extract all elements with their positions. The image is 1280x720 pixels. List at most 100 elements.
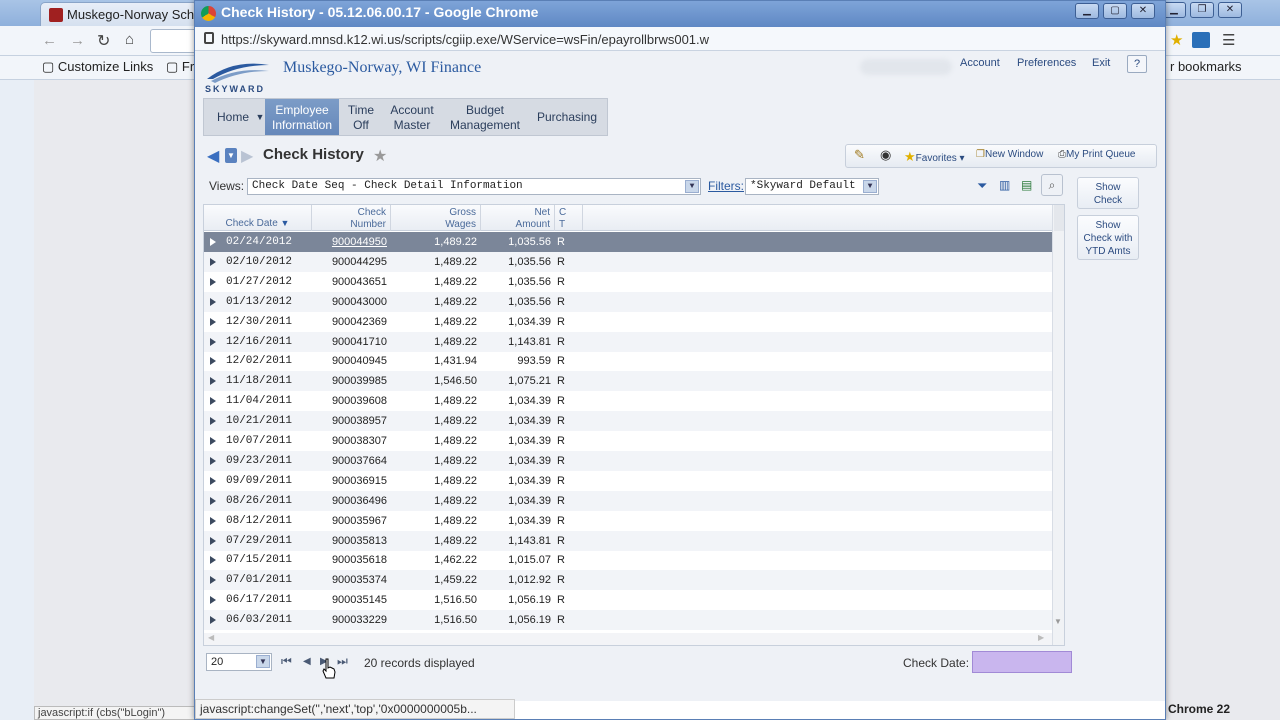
check-number-link[interactable]: 900033229 (312, 610, 387, 630)
preferences-link[interactable]: Preferences (1017, 57, 1076, 69)
close-icon[interactable]: ✕ (1218, 2, 1242, 18)
check-number-link[interactable]: 900043651 (312, 272, 387, 292)
last-page-icon[interactable]: ⏭ (337, 654, 348, 669)
previous-page-icon[interactable]: ◀ (303, 656, 311, 667)
check-number-link[interactable]: 900042369 (312, 312, 387, 332)
expand-row-icon[interactable] (210, 437, 216, 445)
table-row[interactable]: 10/07/2011 900038307 1,489.22 1,034.39 R (204, 431, 1052, 451)
table-row[interactable]: 11/04/2011 900039608 1,489.22 1,034.39 R (204, 391, 1052, 411)
expand-row-icon[interactable] (210, 596, 216, 605)
table-row[interactable]: 06/03/2011 900033229 1,516.50 1,056.19 R (204, 610, 1052, 631)
table-row[interactable]: 10/21/2011 900038957 1,489.22 1,034.39 R (204, 411, 1052, 432)
table-row[interactable]: 07/01/2011 900035374 1,459.22 1,012.92 R (204, 570, 1052, 591)
close-icon[interactable]: ✕ (1131, 3, 1155, 19)
check-number-link[interactable]: 900039985 (312, 371, 387, 391)
check-number-link[interactable]: 900041710 (312, 332, 387, 352)
column-header-ct[interactable]: CT (555, 205, 583, 231)
expand-row-icon[interactable] (210, 476, 216, 485)
maximize-icon[interactable]: ▢ (1103, 3, 1127, 19)
bookmark-fr[interactable]: ▢ Fr (166, 59, 194, 75)
expand-row-icon[interactable] (210, 536, 216, 545)
help-button[interactable]: ? (1127, 55, 1147, 73)
forward-arrow-icon[interactable]: → (70, 32, 85, 49)
new-window-button[interactable]: ❐New Window (976, 149, 1043, 160)
table-row[interactable]: 01/13/2012 900043000 1,489.22 1,035.56 R (204, 291, 1052, 312)
expand-row-icon[interactable] (210, 277, 216, 286)
expand-row-icon[interactable] (210, 377, 216, 386)
check-number-link[interactable]: 900044295 (312, 252, 387, 272)
camera-icon[interactable]: ◉ (880, 147, 891, 163)
table-row[interactable]: 12/16/2011 900041710 1,489.22 1,143.81 R (204, 331, 1052, 352)
edit-notes-icon[interactable]: ✎ (854, 147, 865, 163)
url-bar[interactable]: https://skyward.mnsd.k12.wi.us/scripts/c… (195, 27, 1165, 51)
minimize-icon[interactable]: ▁ (1075, 3, 1099, 19)
show-check-button[interactable]: Show Check (1077, 177, 1139, 209)
vertical-scrollbar[interactable]: ▼ (1052, 205, 1064, 645)
check-number-link[interactable]: 900040945 (312, 351, 387, 371)
menu-purchasing[interactable]: Purchasing (530, 99, 604, 135)
extension-icon[interactable] (1192, 32, 1210, 48)
expand-row-icon[interactable] (210, 238, 216, 246)
scroll-thumb[interactable] (1054, 205, 1064, 231)
column-header-check-date[interactable]: Check Date ▼ (204, 205, 312, 231)
expand-row-icon[interactable] (210, 257, 216, 266)
table-row[interactable]: 12/30/2011 900042369 1,489.22 1,034.39 R (204, 312, 1052, 332)
expand-row-icon[interactable] (210, 456, 216, 465)
table-row[interactable]: 09/23/2011 900037664 1,489.22 1,034.39 R (204, 450, 1052, 471)
column-header-gross-wages[interactable]: Gross Wages (391, 205, 481, 231)
expand-row-icon[interactable] (210, 337, 216, 346)
first-page-icon[interactable]: ⏮ (281, 654, 292, 669)
menu-account-master[interactable]: Account Master (384, 99, 440, 135)
horizontal-scrollbar[interactable]: ◀ ▶ (204, 633, 1052, 645)
account-link[interactable]: Account (960, 57, 1000, 69)
table-row[interactable]: 12/02/2011 900040945 1,431.94 993.59 R (204, 351, 1052, 371)
check-number-link[interactable]: 900035374 (312, 570, 387, 590)
export-icon[interactable]: ▤ (1021, 178, 1032, 192)
check-number-link[interactable]: 900035145 (312, 590, 387, 610)
filters-link[interactable]: Filters: (708, 179, 744, 193)
scroll-down-icon[interactable]: ▼ (1054, 617, 1062, 626)
menu-icon[interactable]: ☰ (1222, 31, 1235, 49)
check-number-link[interactable]: 900039608 (312, 391, 387, 411)
history-dropdown-icon[interactable]: ▼ (225, 148, 237, 163)
table-row[interactable]: 08/26/2011 900036496 1,489.22 1,034.39 R (204, 490, 1052, 511)
scroll-right-icon[interactable]: ▶ (1038, 633, 1044, 642)
expand-row-icon[interactable] (210, 496, 216, 505)
table-row[interactable]: 09/09/2011 900036915 1,489.22 1,034.39 R (204, 471, 1052, 491)
table-row[interactable]: 11/18/2011 900039985 1,546.50 1,075.21 R (204, 371, 1052, 392)
column-header-check-number[interactable]: Check Number (312, 205, 391, 231)
check-number-link[interactable]: 900038957 (312, 411, 387, 431)
filters-select[interactable]: *Skyward Default ▼ (745, 178, 879, 195)
check-number-link[interactable]: 900036915 (312, 471, 387, 491)
restore-icon[interactable]: ❐ (1190, 2, 1214, 18)
check-number-link[interactable]: 900044950 (312, 232, 387, 252)
check-date-input[interactable] (972, 651, 1072, 673)
expand-row-icon[interactable] (210, 417, 216, 426)
table-row[interactable]: 06/17/2011 900035145 1,516.50 1,056.19 R (204, 590, 1052, 610)
expand-row-icon[interactable] (210, 357, 216, 366)
bookmark-customize-links[interactable]: ▢ Customize Links (42, 59, 153, 75)
scroll-left-icon[interactable]: ◀ (208, 633, 214, 642)
print-queue-button[interactable]: ⎙My Print Queue (1058, 149, 1135, 160)
expand-row-icon[interactable] (210, 616, 216, 625)
menu-time-off[interactable]: Time Off (341, 99, 381, 135)
favorite-star-icon[interactable]: ★ (373, 146, 387, 166)
exit-link[interactable]: Exit (1092, 57, 1110, 69)
check-number-link[interactable]: 900036496 (312, 491, 387, 511)
chart-icon[interactable]: ▥ (999, 178, 1010, 192)
forward-arrow-icon[interactable]: ▶ (241, 146, 253, 166)
table-row[interactable]: 02/10/2012 900044295 1,489.22 1,035.56 R (204, 251, 1052, 272)
check-number-link[interactable]: 900037664 (312, 451, 387, 471)
home-icon[interactable]: ⌂ (125, 31, 134, 48)
back-arrow-icon[interactable]: ◀ (207, 146, 219, 166)
expand-row-icon[interactable] (210, 556, 216, 565)
menu-employee-information[interactable]: Employee Information (265, 99, 339, 135)
expand-row-icon[interactable] (210, 297, 216, 306)
table-row[interactable]: 02/24/2012 900044950 1,489.22 1,035.56 R (204, 232, 1052, 252)
menu-budget-management[interactable]: Budget Management (444, 99, 526, 135)
search-icon[interactable]: ⌕ (1041, 174, 1063, 196)
check-number-link[interactable]: 900043000 (312, 292, 387, 312)
expand-row-icon[interactable] (210, 576, 216, 585)
check-number-link[interactable]: 900035813 (312, 531, 387, 551)
filter-funnel-icon[interactable]: ⏷ (977, 178, 987, 194)
